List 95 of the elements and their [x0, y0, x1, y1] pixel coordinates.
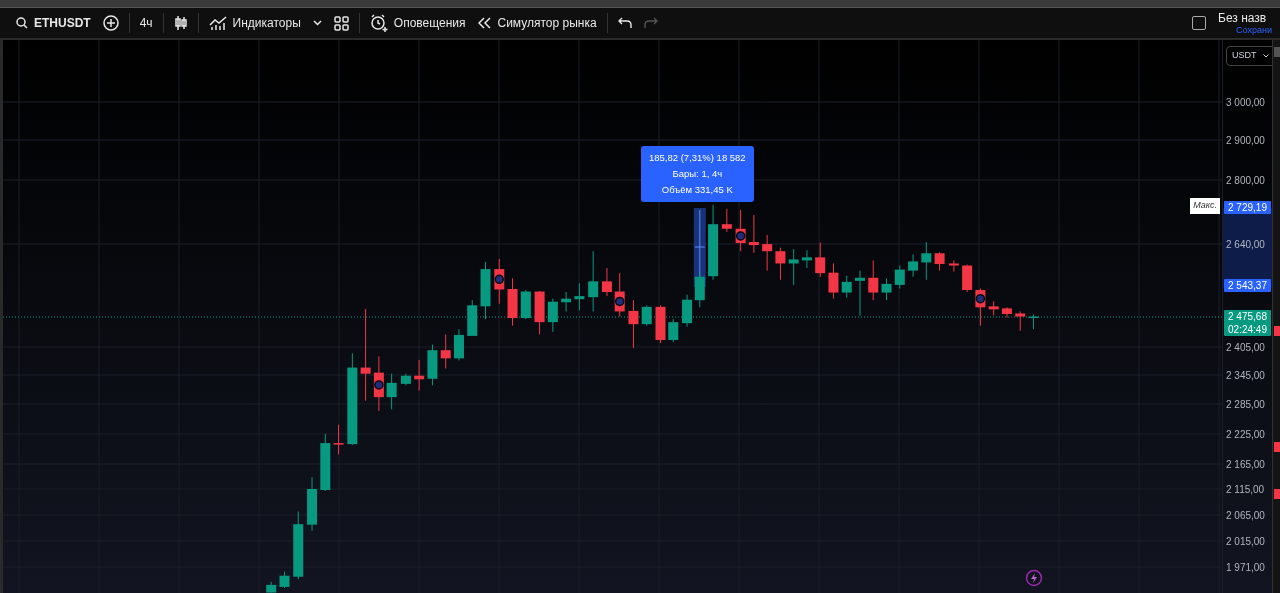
candle [868, 259, 879, 301]
price-marker [1274, 442, 1280, 452]
rewind-icon [477, 17, 492, 29]
max-label: Макс. [1190, 198, 1220, 214]
candle [386, 373, 397, 410]
price-marker [1274, 47, 1280, 57]
price-tag: 2 729,19 [1224, 201, 1271, 214]
grid-icon [333, 15, 349, 31]
tooltip-line: Объём 331,45 K [660, 183, 734, 197]
search-icon [16, 17, 28, 29]
candle [307, 476, 318, 532]
plus-circle-icon [102, 15, 119, 31]
candle [507, 277, 518, 327]
candle [975, 287, 986, 327]
candle [1015, 310, 1026, 332]
caret-icon [312, 20, 322, 26]
price-tick: 2 640,00 [1226, 237, 1265, 252]
price-tick: 2 115,00 [1226, 482, 1265, 497]
candle [841, 275, 852, 299]
candle [414, 359, 425, 391]
price-tick: 3 000,00 [1226, 95, 1265, 110]
candle [881, 277, 892, 301]
candle [279, 571, 290, 589]
candle [921, 241, 932, 281]
candle [721, 208, 732, 233]
replay-button[interactable]: Симулятор рынка [471, 9, 603, 37]
candle [614, 272, 625, 318]
candle [440, 333, 451, 370]
tooltip-line: Бары: 1, 4ч [671, 167, 724, 181]
candle [762, 234, 773, 272]
candle [588, 250, 599, 312]
candle [574, 282, 585, 311]
candle [561, 291, 572, 312]
price-tick: 2 345,00 [1226, 368, 1265, 383]
candle [934, 251, 945, 272]
alarm-clock-icon [369, 14, 388, 32]
symbol-search-button[interactable]: ETHUSDT [10, 9, 97, 37]
bar-countdown: 02:24:49 [1227, 323, 1268, 336]
candle [320, 433, 331, 492]
candle [641, 304, 652, 327]
candle [988, 300, 999, 316]
candle [494, 258, 505, 305]
price-tick: 2 285,00 [1226, 397, 1265, 412]
indicators-button[interactable]: Индикаторы [202, 9, 307, 37]
candle [628, 299, 639, 349]
last-price: 2 475,68 [1227, 310, 1268, 323]
alerts-button[interactable]: Оповещения [363, 9, 472, 37]
lightning-icon[interactable] [1025, 569, 1043, 587]
candle [668, 318, 679, 343]
price-marker [1274, 489, 1280, 499]
candle [333, 424, 344, 455]
candle [454, 328, 464, 361]
candle [427, 344, 438, 386]
candle [293, 510, 304, 580]
candle [748, 214, 759, 254]
candle [601, 267, 612, 297]
candle [694, 271, 705, 308]
layout-checkbox[interactable] [1192, 16, 1207, 30]
price-tick: 2 065,00 [1226, 508, 1265, 523]
price-tick: 2 900,00 [1226, 133, 1265, 148]
chart-line-icon [208, 15, 227, 31]
candle [735, 209, 746, 252]
candle [775, 247, 786, 281]
candle [655, 304, 666, 344]
layout-title: Без назв [1218, 11, 1268, 25]
candle [962, 264, 973, 293]
price-marker [1274, 326, 1280, 336]
price-tag: 2 543,37 [1224, 279, 1271, 292]
price-tick: 2 165,00 [1226, 457, 1265, 472]
candle [373, 355, 384, 412]
tooltip-line: 185,82 (7,31%) 18 582 [649, 151, 746, 165]
price-tick: 2 015,00 [1226, 534, 1265, 549]
candle [908, 253, 919, 278]
candle [266, 581, 277, 593]
candle [828, 262, 839, 300]
interval-button[interactable]: 4ч [133, 9, 159, 37]
caret-icon [1262, 53, 1269, 58]
undo-icon [617, 17, 632, 29]
candle [400, 373, 411, 386]
candle [788, 248, 799, 286]
candle [855, 270, 865, 316]
price-tick: 2 800,00 [1226, 173, 1265, 188]
candle [815, 242, 826, 278]
price-tick: 2 405,00 [1226, 340, 1265, 355]
candle [894, 265, 905, 289]
price-tick: 1 971,00 [1226, 560, 1265, 575]
candle [534, 290, 545, 335]
candle [1001, 306, 1012, 319]
candlestick-icon [173, 15, 188, 31]
candle [801, 249, 812, 269]
currency-dropdown[interactable]: USDT [1226, 46, 1275, 66]
candle [948, 259, 959, 273]
save-status: Сохрани [1236, 24, 1272, 35]
price-tick: 2 225,00 [1226, 427, 1265, 442]
redo-icon [643, 17, 658, 29]
